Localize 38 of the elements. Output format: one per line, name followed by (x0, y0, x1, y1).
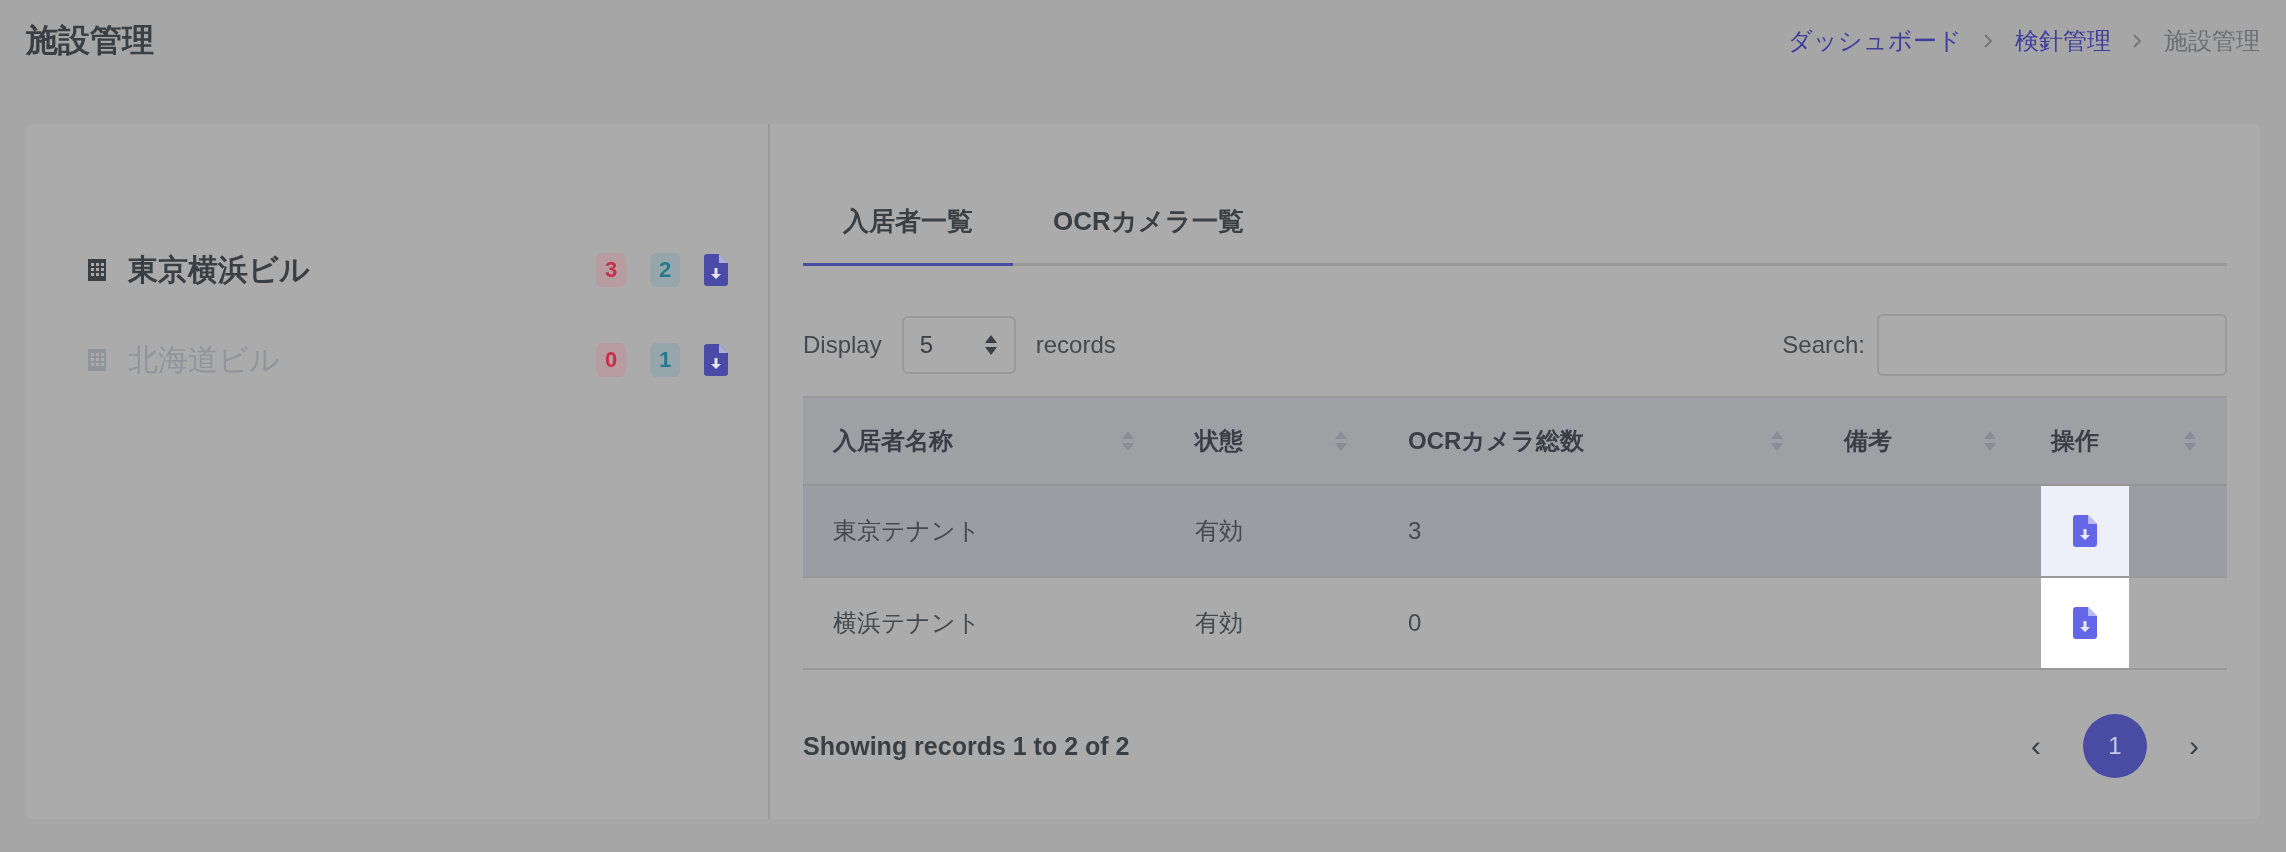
column-header: 状態 (1195, 426, 1244, 456)
next-page-button[interactable]: › (2181, 729, 2207, 763)
length-label: records (1035, 331, 1116, 359)
length-select[interactable]: 5 (901, 316, 1016, 374)
count-badge: 0 (596, 343, 626, 377)
table-cell: 有効 (1195, 517, 1244, 544)
count-badge: 2 (650, 253, 680, 287)
column-header: 入居者名称 (833, 426, 953, 456)
facility-item[interactable]: 東京横浜ビル (128, 249, 596, 291)
table-cell: 東京テナント (833, 517, 981, 544)
table-cell: 3 (1408, 517, 1422, 544)
table-cell: 横浜テナント (833, 609, 981, 636)
search-label: Search: (1782, 331, 1865, 359)
file-download-icon[interactable] (2073, 515, 2097, 547)
table-cell: 有効 (1195, 609, 1244, 636)
building-icon (88, 259, 106, 281)
column-header: 備考 (1844, 426, 1893, 456)
column-header: 操作 (2051, 426, 2099, 456)
select-arrows-icon (983, 335, 998, 355)
previous-page-button[interactable]: ‹ (2023, 729, 2049, 763)
file-download-icon[interactable] (704, 254, 728, 286)
length-label: Display (803, 331, 882, 359)
building-icon (88, 349, 106, 371)
file-download-icon[interactable] (2073, 607, 2097, 639)
chevron-icon (2133, 34, 2142, 48)
count-badge: 1 (650, 343, 680, 377)
breadcrumb-link[interactable]: ダッシュボード (1788, 25, 1962, 57)
table-cell: 0 (1408, 609, 1422, 636)
page-title: 施設管理 (26, 21, 154, 60)
count-badge: 3 (596, 253, 626, 287)
tab[interactable]: 入居者一覧 (803, 184, 1013, 266)
records-info: Showing records 1 to 2 of 2 (803, 731, 1130, 761)
file-download-icon[interactable] (704, 344, 728, 376)
tab[interactable]: OCRカメラ一覧 (1013, 184, 1284, 266)
breadcrumb-link[interactable]: 検針管理 (2015, 25, 2111, 57)
chevron-icon (1984, 34, 1993, 48)
page-button[interactable]: 1 (2083, 714, 2147, 778)
column-header: OCRカメラ総数 (1408, 426, 1585, 456)
